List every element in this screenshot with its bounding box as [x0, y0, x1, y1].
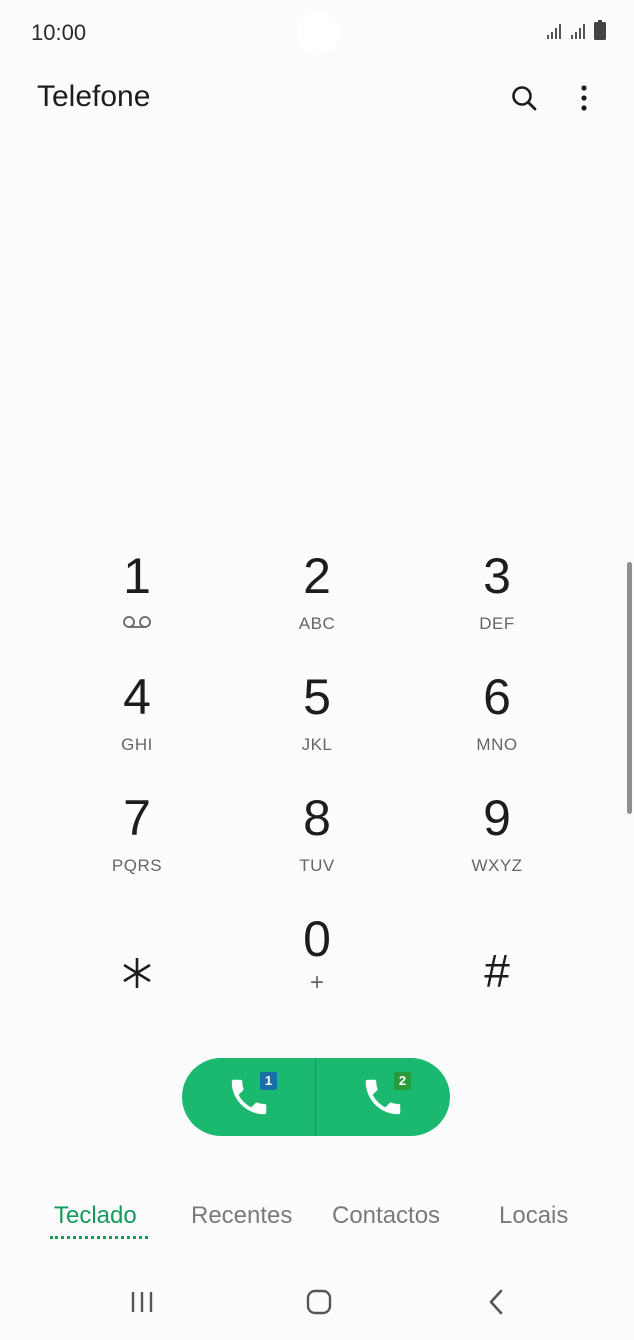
- key-digit: 0: [303, 911, 331, 967]
- page-title: Telefone: [37, 80, 151, 113]
- key-digit: 6: [483, 669, 511, 725]
- key-star[interactable]: [47, 903, 227, 1024]
- key-2[interactable]: 2 ABC: [227, 540, 407, 661]
- key-letters: MNO: [476, 735, 518, 754]
- back-button[interactable]: [466, 1282, 526, 1322]
- status-icons: [546, 20, 606, 40]
- search-button[interactable]: [504, 78, 544, 118]
- voicemail-icon: [122, 614, 152, 634]
- key-letters: DEF: [479, 614, 515, 633]
- status-time: 10:00: [31, 20, 87, 45]
- key-letters: TUV: [299, 856, 335, 875]
- scroll-indicator[interactable]: [627, 562, 632, 814]
- active-tab-indicator: [50, 1236, 148, 1239]
- more-options-button[interactable]: [564, 78, 604, 118]
- battery-icon: [594, 20, 606, 40]
- home-icon: [306, 1289, 332, 1315]
- recent-apps-icon: [131, 1292, 153, 1312]
- key-digit: 9: [483, 790, 511, 846]
- key-letters: PQRS: [111, 856, 163, 875]
- more-vertical-icon: [581, 85, 587, 111]
- key-7[interactable]: 7 PQRS: [47, 782, 227, 903]
- camera-cutout: [297, 12, 339, 54]
- home-button[interactable]: [289, 1282, 349, 1322]
- tab-teclado[interactable]: Teclado: [54, 1202, 137, 1230]
- key-0[interactable]: 0 +: [227, 903, 407, 1024]
- key-letters: +: [309, 969, 324, 996]
- key-hash[interactable]: #: [407, 903, 587, 1024]
- signal-icon: [571, 24, 585, 39]
- key-digit: 4: [123, 669, 151, 725]
- key-digit: 2: [303, 548, 331, 604]
- key-9[interactable]: 9 WXYZ: [407, 782, 587, 903]
- key-letters: WXYZ: [471, 856, 523, 875]
- call-buttons: 1 2: [182, 1058, 450, 1136]
- recent-apps-button[interactable]: [112, 1282, 172, 1322]
- key-letters: ABC: [298, 614, 336, 633]
- dial-keypad: 1 2 ABC 3 DEF 4 GHI 5 JKL 6 MNO 7 PQRS 8…: [47, 540, 587, 1024]
- call-sim2-button[interactable]: 2: [316, 1058, 450, 1136]
- asterisk-icon: [123, 958, 151, 988]
- bottom-tabs: Teclado Recentes Contactos Locais: [0, 1190, 634, 1250]
- search-icon: [512, 86, 537, 111]
- key-5[interactable]: 5 JKL: [227, 661, 407, 782]
- key-letters: JKL: [301, 735, 333, 754]
- key-digit: 5: [303, 669, 331, 725]
- key-digit: 8: [303, 790, 331, 846]
- app-bar: Telefone: [0, 64, 634, 134]
- signal-icon: [547, 24, 561, 39]
- back-icon: [489, 1289, 503, 1315]
- tab-contactos[interactable]: Contactos: [332, 1202, 440, 1230]
- key-4[interactable]: 4 GHI: [47, 661, 227, 782]
- system-nav-bar: [0, 1270, 634, 1340]
- key-1[interactable]: 1: [47, 540, 227, 661]
- key-digit: 1: [123, 548, 151, 604]
- tab-recentes[interactable]: Recentes: [191, 1202, 292, 1230]
- sim2-badge: 2: [394, 1072, 411, 1090]
- call-sim1-button[interactable]: 1: [182, 1058, 316, 1136]
- key-8[interactable]: 8 TUV: [227, 782, 407, 903]
- key-letters: GHI: [121, 735, 153, 754]
- key-3[interactable]: 3 DEF: [407, 540, 587, 661]
- tab-locais[interactable]: Locais: [499, 1202, 568, 1230]
- sim1-badge: 1: [260, 1072, 277, 1090]
- key-6[interactable]: 6 MNO: [407, 661, 587, 782]
- status-bar: 10:00: [0, 0, 634, 64]
- key-digit: 3: [483, 548, 511, 604]
- key-digit: 7: [123, 790, 151, 846]
- key-digit: #: [484, 945, 510, 997]
